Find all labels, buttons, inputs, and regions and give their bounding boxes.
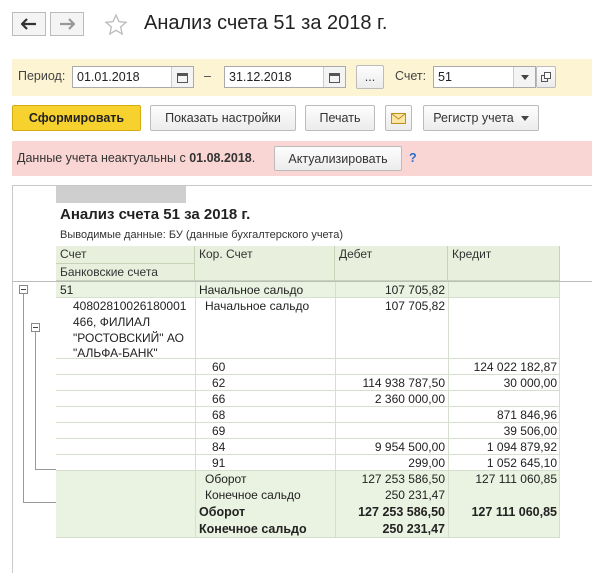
chevron-down-icon: [520, 74, 529, 80]
corr-credit: 39 506,00: [503, 424, 557, 438]
header-account: Счет: [56, 246, 195, 264]
total-closing-row: [56, 520, 560, 537]
corr-credit: 30 000,00: [503, 376, 557, 390]
grid-col-line: [195, 281, 196, 537]
bank-turnover-credit: 127 111 060,85: [475, 472, 557, 486]
print-button[interactable]: Печать: [305, 105, 375, 131]
calendar-icon: [329, 72, 340, 83]
bank-closing-label: Конечное сальдо: [205, 488, 301, 502]
grid-col-line: [335, 281, 336, 537]
total-turnover-label: Оборот: [199, 505, 246, 519]
bank-closing-row: [56, 487, 560, 503]
report-header-gray-bar: [56, 186, 186, 203]
chevron-down-icon: [520, 115, 529, 121]
show-settings-button[interactable]: Показать настройки: [150, 105, 296, 131]
account-51-row: [56, 281, 560, 297]
tree-line: [23, 502, 56, 503]
header-credit: Кредит: [448, 246, 560, 281]
bank-opening-label: Начальное сальдо: [205, 299, 310, 313]
bank-name-line-1: 40802810026180001: [73, 299, 187, 313]
arrow-left-icon: [21, 18, 36, 30]
corr-account: 60: [212, 360, 226, 374]
accounting-register-button[interactable]: Регистр учета: [423, 105, 539, 131]
report-title: Анализ счета 51 за 2018 г.: [60, 206, 251, 223]
period-dash: –: [204, 69, 211, 83]
calendar-button[interactable]: [323, 67, 345, 87]
bank-name-line-4: "АЛЬФА-БАНК": [73, 346, 158, 360]
grid-col-line: [448, 281, 449, 537]
header-debit: Дебет: [335, 246, 448, 281]
update-data-button[interactable]: Актуализировать: [274, 146, 402, 171]
corr-credit: 871 846,96: [496, 408, 557, 422]
corr-account: 69: [212, 424, 226, 438]
corr-credit: 1 052 645,10: [486, 456, 557, 470]
open-account-button[interactable]: [536, 66, 556, 88]
arrow-right-icon: [60, 18, 75, 30]
grid-row-line: [56, 537, 560, 538]
collapse-subgroup-toggle[interactable]: [31, 323, 40, 332]
account-label: Счет:: [395, 69, 427, 83]
page-title: Анализ счета 51 за 2018 г.: [144, 12, 388, 34]
star-icon: [104, 13, 128, 36]
corr-account: 84: [212, 440, 226, 454]
account-51-label: Начальное сальдо: [199, 283, 304, 297]
calendar-icon: [177, 72, 188, 83]
total-closing-debit: 250 231,47: [382, 522, 445, 536]
corr-debit: 114 938 787,50: [362, 376, 445, 390]
bank-turnover-debit: 127 253 586,50: [361, 472, 445, 486]
back-button[interactable]: [12, 12, 46, 36]
corr-credit: 1 094 879,92: [486, 440, 557, 454]
corr-credit: 124 022 182,87: [473, 360, 557, 374]
collapse-group-toggle[interactable]: [19, 285, 28, 294]
tree-line: [23, 294, 24, 502]
corr-account: 91: [212, 456, 226, 470]
help-link[interactable]: ?: [409, 151, 417, 165]
stale-data-warning: Данные учета неактуальны с 01.08.2018. А…: [12, 141, 592, 176]
account-dropdown-button[interactable]: [513, 67, 535, 87]
bank-opening-debit: 107 705,82: [384, 299, 445, 313]
total-turnover-debit: 127 253 586,50: [358, 505, 445, 519]
header-bank-accounts: Банковские счета: [56, 264, 195, 281]
generate-button[interactable]: Сформировать: [12, 105, 141, 131]
corr-account: 62: [212, 376, 226, 390]
parameters-bar: Период: 01.01.2018 – 31.12.2018 ... Счет…: [12, 59, 592, 96]
warning-text: Данные учета неактуальны с 01.08.2018.: [17, 151, 256, 165]
corr-account: 66: [212, 392, 226, 406]
date-to-field[interactable]: 31.12.2018: [224, 66, 346, 88]
header-corr-account: Кор. Счет: [195, 246, 335, 281]
envelope-icon: [391, 112, 406, 124]
tree-line: [35, 332, 36, 469]
bank-closing-debit: 250 231,47: [384, 488, 445, 502]
account-51-debit: 107 705,82: [384, 283, 445, 297]
account-field[interactable]: 51: [433, 66, 536, 88]
report-subtitle: Выводимые данные: БУ (данные бухгалтерск…: [60, 229, 343, 241]
corr-account: 68: [212, 408, 226, 422]
favorite-star-button[interactable]: [104, 13, 128, 37]
account-51-code: 51: [60, 283, 74, 297]
open-icon: [541, 72, 551, 82]
calendar-button[interactable]: [171, 67, 193, 87]
date-from-field[interactable]: 01.01.2018: [72, 66, 194, 88]
bank-name-line-3: "РОСТОВСКИЙ" АО: [73, 331, 184, 345]
total-turnover-credit: 127 111 060,85: [471, 505, 557, 519]
send-email-button[interactable]: [385, 105, 412, 131]
total-closing-label: Конечное сальдо: [199, 522, 307, 536]
corr-debit: 299,00: [408, 456, 445, 470]
corr-debit: 9 954 500,00: [374, 440, 445, 454]
corr-debit: 2 360 000,00: [374, 392, 445, 406]
tree-line: [35, 469, 56, 470]
bank-turnover-label: Оборот: [205, 472, 247, 486]
bank-name-line-2: 466, ФИЛИАЛ: [73, 315, 151, 329]
grid-col-line: [559, 281, 560, 537]
period-select-button[interactable]: ...: [356, 65, 384, 89]
forward-button[interactable]: [50, 12, 84, 36]
period-label: Период:: [18, 69, 66, 83]
